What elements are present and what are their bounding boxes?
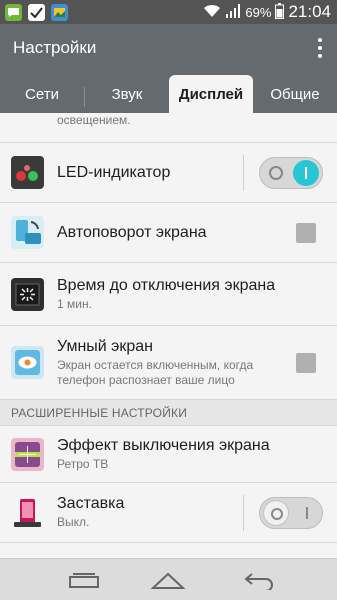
daydream-icon	[11, 496, 44, 529]
divider	[243, 494, 244, 531]
smart-screen-title: Умный экран	[57, 337, 153, 355]
auto-rotate-checkbox[interactable]	[296, 222, 316, 243]
screen-off-effect-title: Эффект выключения экрана	[57, 436, 270, 454]
divider	[243, 154, 244, 191]
messaging-icon	[5, 3, 22, 21]
screen-timeout-title: Время до отключения экрана	[57, 276, 276, 294]
clock: 21:04	[288, 2, 331, 21]
back-icon[interactable]	[230, 559, 290, 600]
app-bar: Настройки	[0, 24, 337, 71]
led-indicator-icon	[11, 156, 44, 189]
daydream-toggle[interactable]	[259, 496, 323, 529]
daydream-title: Заставка	[57, 495, 125, 512]
smart-screen-row[interactable]: Умный экран Экран остается включенным, к…	[0, 326, 337, 400]
tab-bar: Сети Звук Дисплей Общие	[0, 71, 337, 113]
screen-timeout-value: 1 мин.	[57, 296, 92, 311]
status-bar: 69% 21:04	[0, 0, 337, 24]
daydream-row[interactable]: Заставка Выкл.	[0, 483, 337, 543]
screen-timeout-row[interactable]: Время до отключения экрана 1 мин.	[0, 263, 337, 326]
section-header-advanced: РАСШИРЕННЫЕ НАСТРОЙКИ	[0, 400, 337, 426]
navigation-bar	[0, 558, 337, 600]
led-indicator-row[interactable]: LED-индикатор	[0, 143, 337, 203]
smart-screen-icon	[11, 346, 44, 379]
smart-screen-checkbox[interactable]	[296, 352, 316, 373]
partial-item-text: освещением.	[57, 113, 131, 127]
picture-app-icon	[51, 3, 68, 21]
settings-list: освещением. LED-индикатор Автоповорот эк…	[0, 113, 337, 558]
smart-screen-description: Экран остается включенным, когда телефон…	[57, 357, 254, 387]
tab-networks[interactable]: Сети	[0, 75, 84, 113]
tab-general[interactable]: Общие	[253, 75, 337, 113]
tab-sound[interactable]: Звук	[85, 75, 169, 113]
wifi-icon	[203, 4, 221, 21]
home-icon[interactable]	[138, 559, 198, 600]
battery-icon	[275, 2, 285, 22]
checkmark-app-icon	[28, 3, 45, 21]
more-vert-icon[interactable]	[303, 24, 337, 71]
screen-off-effect-icon	[11, 437, 44, 471]
auto-rotate-title: Автоповорот экрана	[57, 223, 207, 241]
screen-timeout-icon	[11, 277, 44, 311]
page-title: Настройки	[13, 37, 97, 57]
screen-off-effect-row[interactable]: Эффект выключения экрана Ретро ТВ	[0, 426, 337, 483]
battery-percent: 69%	[245, 4, 272, 20]
recent-apps-icon[interactable]	[54, 559, 114, 600]
auto-rotate-icon	[11, 216, 44, 249]
partial-item-description: освещением.	[0, 113, 337, 143]
tab-display[interactable]: Дисплей	[169, 75, 253, 113]
screen-off-effect-value: Ретро ТВ	[57, 456, 109, 471]
signal-icon	[225, 3, 241, 21]
daydream-value: Выкл.	[57, 515, 90, 529]
led-indicator-title: LED-индикатор	[57, 163, 171, 181]
auto-rotate-row[interactable]: Автоповорот экрана	[0, 203, 337, 263]
led-indicator-toggle[interactable]	[259, 156, 323, 189]
